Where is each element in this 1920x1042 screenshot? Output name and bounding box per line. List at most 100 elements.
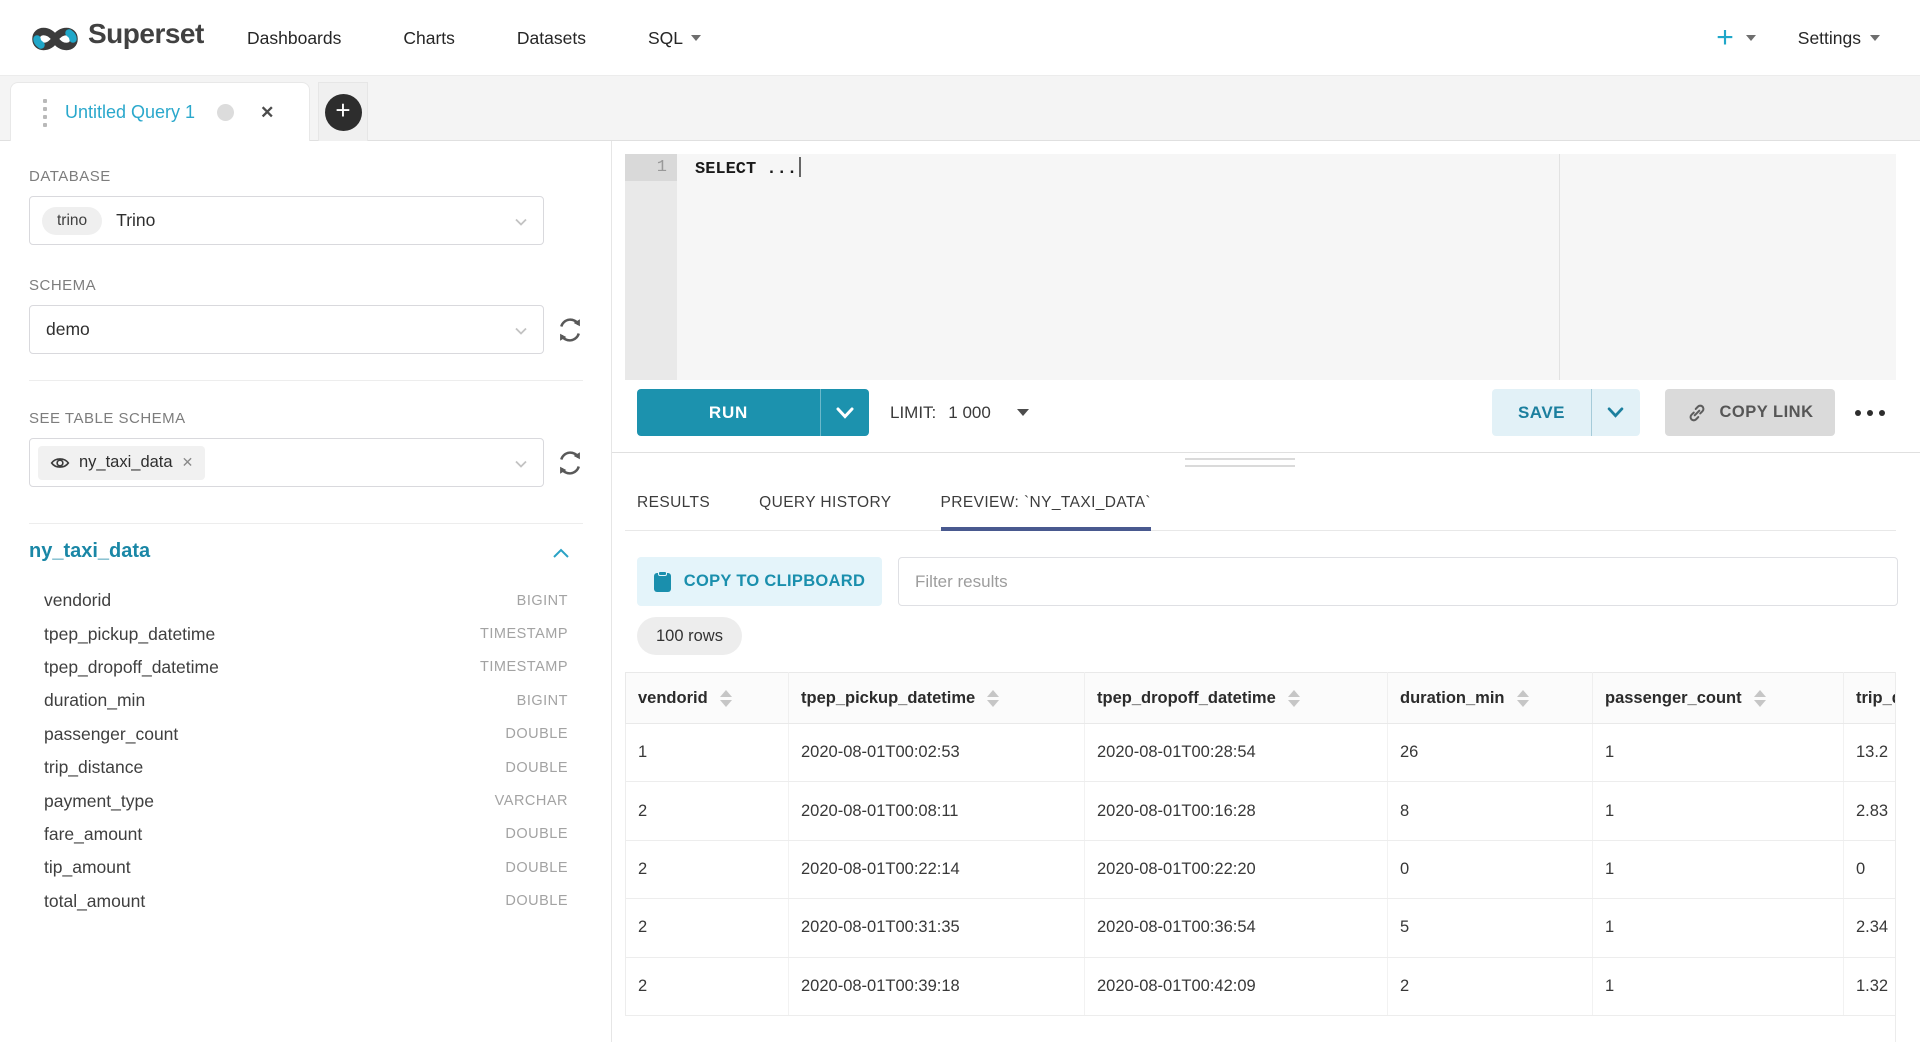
chevron-down-icon[interactable]	[1746, 35, 1756, 41]
new-item-button[interactable]: +	[1716, 23, 1734, 53]
column-name: fare_amount	[44, 824, 142, 845]
results-tabbar: RESULTS QUERY HISTORY PREVIEW: `NY_TAXI_DA…	[625, 481, 1896, 531]
run-button[interactable]: RUN	[637, 389, 821, 436]
filter-results-input[interactable]	[898, 557, 1898, 606]
chevron-down-icon	[1607, 407, 1624, 418]
limit-dropdown[interactable]: LIMIT: 1 000	[890, 389, 1029, 436]
table-schema-label: SEE TABLE SCHEMA	[29, 410, 186, 427]
results-column-header[interactable]: tpep_pickup_datetime	[789, 673, 1085, 724]
database-select[interactable]: trino Trino	[29, 196, 544, 245]
table-cell: 1	[1593, 899, 1844, 957]
schema-value: demo	[46, 319, 90, 340]
table-cell: 2	[626, 899, 789, 957]
nav-item-dashboards[interactable]: Dashboards	[247, 28, 341, 49]
column-header-label: tpep_pickup_datetime	[801, 689, 975, 708]
schema-label: SCHEMA	[29, 277, 96, 294]
save-button-group: SAVE	[1492, 389, 1640, 436]
save-dropdown-button[interactable]	[1592, 389, 1639, 436]
query-tab[interactable]: Untitled Query 1 ✕	[10, 82, 310, 142]
drag-handle-icon[interactable]	[43, 99, 47, 127]
sidebar-divider	[29, 523, 583, 524]
chevron-down-icon	[513, 323, 529, 339]
results-tab-preview[interactable]: PREVIEW: `NY_TAXI_DATA`	[941, 494, 1151, 531]
table-cell: 1	[1593, 782, 1844, 840]
database-name: Trino	[116, 210, 155, 231]
column-header-label: passenger_count	[1605, 689, 1742, 708]
superset-logo-icon	[28, 20, 82, 58]
nav-item-sql[interactable]: SQL	[648, 28, 701, 49]
sort-icon[interactable]	[1517, 690, 1529, 707]
column-type: DOUBLE	[505, 726, 568, 742]
results-column-header[interactable]: duration_min	[1388, 673, 1593, 724]
results-column-header[interactable]: tpep_dropoff_datetime	[1085, 673, 1388, 724]
query-status-dot	[217, 104, 234, 121]
sql-editor[interactable]: 1 SELECT ...	[625, 154, 1896, 380]
results-column-header[interactable]: passenger_count	[1593, 673, 1844, 724]
remove-table-icon[interactable]: ✕	[182, 454, 194, 471]
table-cell: 2	[626, 957, 789, 1015]
eye-icon	[50, 453, 70, 473]
table-cell: 2.34	[1844, 899, 1897, 957]
schema-column-row: tip_amountDOUBLE	[29, 851, 568, 884]
text-cursor	[799, 157, 801, 177]
column-name: passenger_count	[44, 724, 178, 745]
resize-handle[interactable]	[1185, 465, 1295, 467]
column-type: BIGINT	[517, 593, 568, 609]
table-cell: 2020-08-01T00:02:53	[789, 724, 1085, 782]
results-column-header[interactable]: trip_distance	[1844, 673, 1897, 724]
table-schema-heading[interactable]: ny_taxi_data	[29, 540, 150, 563]
editor-code-line[interactable]: SELECT ...	[695, 156, 801, 183]
run-button-group: RUN	[637, 389, 869, 436]
refresh-schemas-icon[interactable]	[556, 316, 584, 344]
table-cell: 13.2	[1844, 724, 1897, 782]
schema-select[interactable]: demo	[29, 305, 544, 354]
more-options-button[interactable]	[1855, 389, 1885, 436]
table-cell: 2020-08-01T00:16:28	[1085, 782, 1388, 840]
results-table-wrap: vendorid tpep_pickup_datetime tpep_dropoff…	[625, 672, 1896, 1042]
table-columns-list: vendoridBIGINTtpep_pickup_datetimeTIMEST…	[29, 584, 568, 918]
top-navbar: Superset DashboardsChartsDatasetsSQL + S…	[0, 0, 1920, 76]
close-tab-icon[interactable]: ✕	[260, 103, 274, 123]
new-tab-button[interactable]: +	[325, 94, 362, 131]
results-tab-query-history[interactable]: QUERY HISTORY	[759, 494, 891, 530]
column-type: BIGINT	[517, 693, 568, 709]
results-tab-results[interactable]: RESULTS	[637, 494, 710, 530]
column-type: DOUBLE	[505, 893, 568, 909]
settings-menu[interactable]: Settings	[1798, 28, 1880, 49]
table-cell: 2020-08-01T00:36:54	[1085, 899, 1388, 957]
column-type: DOUBLE	[505, 760, 568, 776]
schema-column-row: passenger_count DOUBLE	[29, 718, 568, 751]
sort-icon[interactable]	[1288, 690, 1300, 707]
refresh-tables-icon[interactable]	[556, 449, 584, 477]
sort-icon[interactable]	[987, 690, 999, 707]
resize-handle[interactable]	[1185, 458, 1295, 460]
nav-item-datasets[interactable]: Datasets	[517, 28, 586, 49]
nav-item-charts[interactable]: Charts	[403, 28, 455, 49]
schema-column-row: total_amount DOUBLE	[29, 885, 568, 918]
table-select[interactable]: ny_taxi_data ✕	[29, 438, 544, 487]
chevron-down-icon	[513, 214, 529, 230]
schema-column-row: duration_minBIGINT	[29, 684, 568, 717]
schema-column-row: trip_distanceDOUBLE	[29, 751, 568, 784]
copy-link-label: COPY LINK	[1719, 403, 1813, 422]
table-cell: 2020-08-01T00:42:09	[1085, 957, 1388, 1015]
schema-column-row: vendoridBIGINT	[29, 584, 568, 617]
chevron-down-icon	[513, 456, 529, 472]
copy-to-clipboard-button[interactable]: COPY TO CLIPBOARD	[637, 557, 882, 606]
column-name: total_amount	[44, 891, 145, 912]
copy-link-button[interactable]: COPY LINK	[1665, 389, 1835, 436]
table-cell: 26	[1388, 724, 1593, 782]
sort-icon[interactable]	[720, 690, 732, 707]
sort-icon[interactable]	[1754, 690, 1766, 707]
table-cell: 1	[626, 724, 789, 782]
chevron-up-icon[interactable]	[552, 547, 570, 559]
save-button[interactable]: SAVE	[1492, 389, 1592, 436]
run-dropdown-button[interactable]	[821, 389, 868, 436]
schema-column-row: fare_amountDOUBLE	[29, 818, 568, 851]
table-cell: 2020-08-01T00:31:35	[789, 899, 1085, 957]
query-tab-title[interactable]: Untitled Query 1	[65, 102, 195, 123]
table-row: 22020-08-01T00:39:182020-08-01T00:42:092…	[626, 957, 1897, 1015]
results-column-header[interactable]: vendorid	[626, 673, 789, 724]
sqllab-sidebar: DATABASE trino Trino SCHEMA demo SEE TAB…	[0, 141, 612, 1042]
table-cell: 2020-08-01T00:39:18	[789, 957, 1085, 1015]
